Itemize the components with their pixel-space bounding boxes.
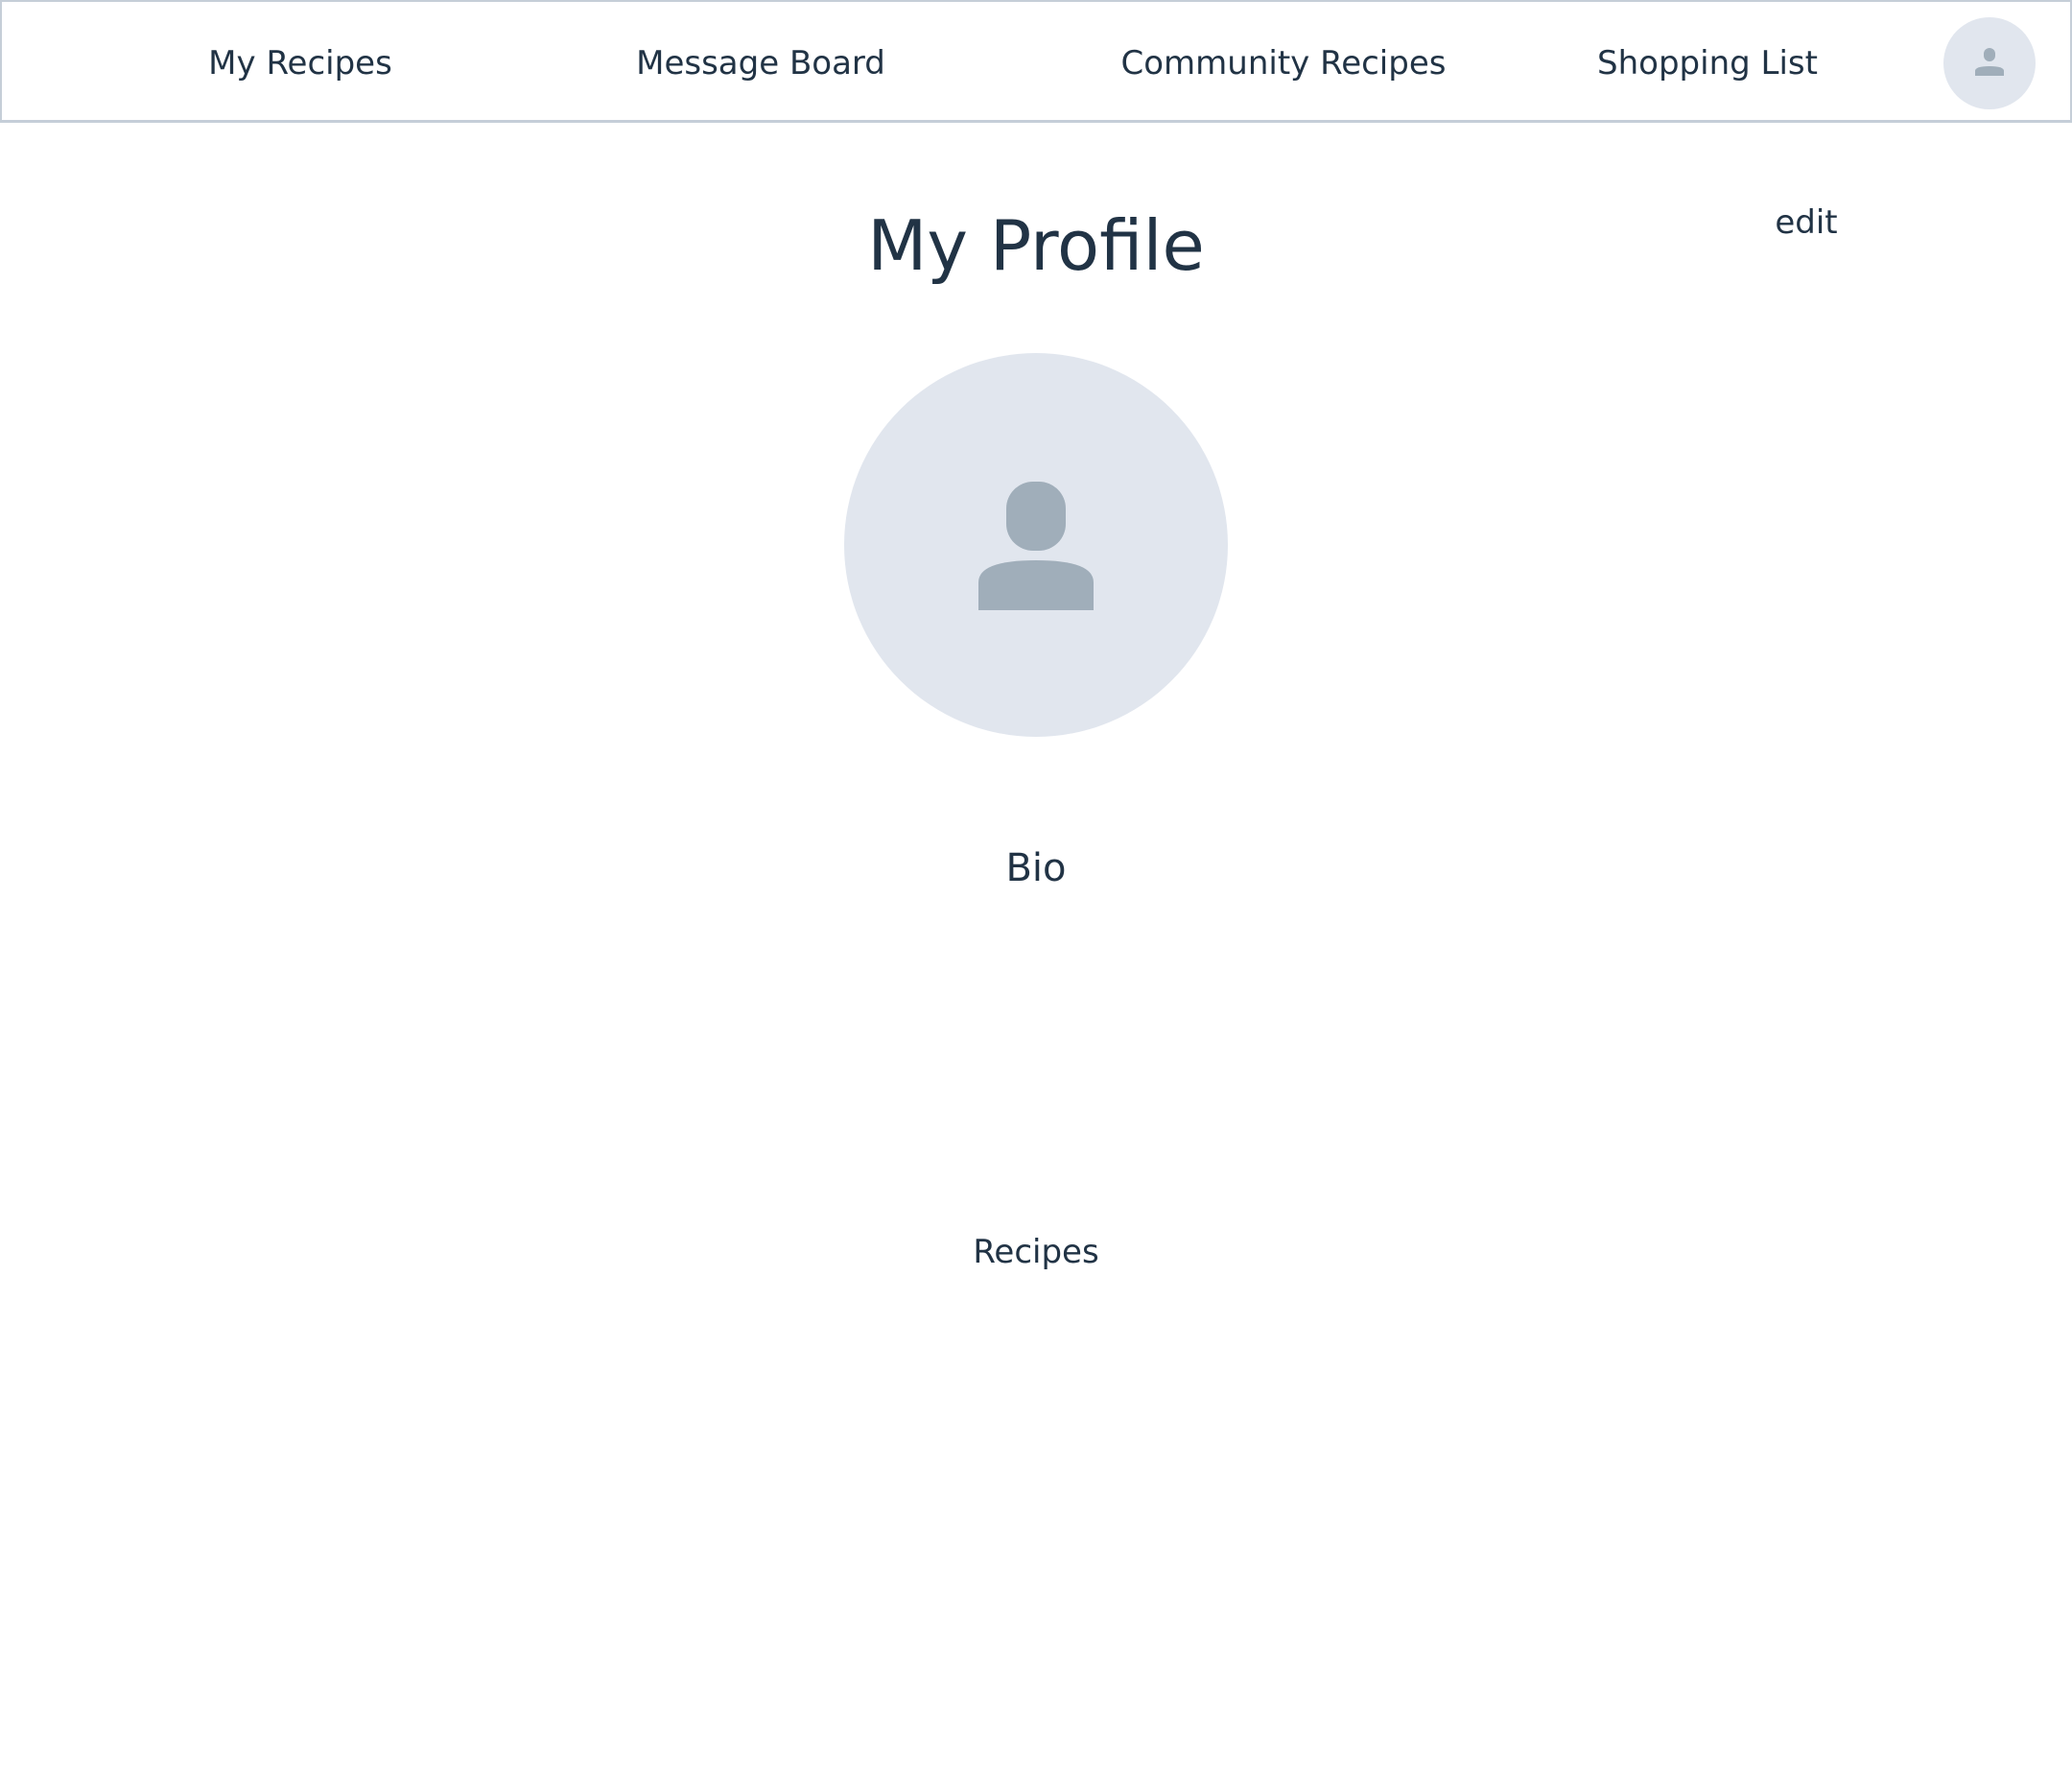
user-icon (978, 482, 1094, 610)
top-navigation-bar: My Recipes Message Board Community Recip… (0, 0, 2072, 123)
nav-community-recipes-link[interactable]: Community Recipes (1121, 2, 1447, 125)
page-title: My Profile (867, 205, 1205, 286)
bio-heading: Bio (1005, 846, 1067, 890)
nav-my-recipes-link[interactable]: My Recipes (208, 2, 392, 125)
user-icon (1975, 48, 2004, 76)
nav-message-board-link[interactable]: Message Board (636, 2, 885, 125)
nav-shopping-list-link[interactable]: Shopping List (1597, 2, 1818, 125)
nav-avatar-button[interactable] (1943, 17, 2036, 109)
recipes-heading: Recipes (973, 1233, 1099, 1271)
profile-avatar (844, 353, 1228, 737)
edit-profile-link[interactable]: edit (1775, 201, 1837, 244)
